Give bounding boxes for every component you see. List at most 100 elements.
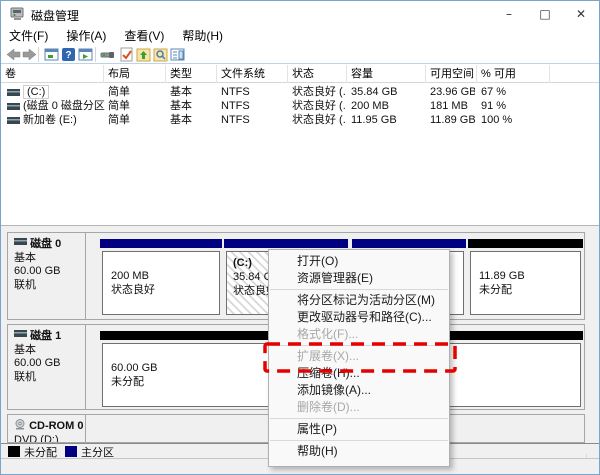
cell-fs: NTFS bbox=[221, 100, 250, 112]
toolbar-separator bbox=[95, 47, 96, 62]
menu-item-delete-volume: 删除卷(D)... bbox=[297, 400, 360, 414]
folder-up-icon[interactable] bbox=[136, 47, 151, 62]
disk-management-window: 磁盘管理 – □ ✕ 文件(F) 操作(A) 查看(V) 帮助(H) ? 卷 布… bbox=[0, 0, 600, 475]
volume-list-pane: 卷 布局 类型 文件系统 状态 容量 可用空间 % 可用 (C:) 简单 基本 … bbox=[1, 65, 599, 225]
table-row[interactable]: (磁盘 0 磁盘分区 1) 简单 基本 NTFS 状态良好 (... 200 M… bbox=[1, 99, 599, 113]
col-layout[interactable]: 布局 bbox=[104, 65, 166, 83]
col-type[interactable]: 类型 bbox=[166, 65, 217, 83]
cell-layout: 简单 bbox=[108, 86, 130, 98]
menu-item-extend-volume: 扩展卷(X)... bbox=[297, 349, 359, 363]
menu-item-explorer[interactable]: 资源管理器(E) bbox=[269, 270, 449, 287]
table-row[interactable]: 新加卷 (E:) 简单 基本 NTFS 状态良好 (... 11.95 GB 1… bbox=[1, 113, 599, 127]
menu-action[interactable]: 操作(A) bbox=[66, 27, 115, 45]
cell-free: 181 MB bbox=[430, 100, 468, 112]
volume-icon bbox=[7, 89, 20, 96]
help-icon[interactable]: ? bbox=[61, 47, 76, 62]
cell-type: 基本 bbox=[170, 100, 192, 112]
properties-sheet-icon[interactable] bbox=[170, 47, 185, 62]
legend-swatch-unallocated bbox=[8, 446, 20, 457]
task-check-icon[interactable] bbox=[119, 47, 134, 62]
partition-color-bar bbox=[468, 239, 583, 248]
legend-swatch-primary bbox=[65, 446, 77, 457]
cell-type: 基本 bbox=[170, 114, 192, 126]
cell-layout: 简单 bbox=[108, 100, 130, 112]
cell-fs: NTFS bbox=[221, 86, 250, 98]
menu-help[interactable]: 帮助(H) bbox=[182, 27, 232, 45]
menu-item-mark-active[interactable]: 将分区标记为活动分区(M) bbox=[269, 292, 449, 309]
volume-name: 新加卷 (E:) bbox=[23, 114, 77, 126]
cell-status: 状态良好 (... bbox=[292, 100, 345, 112]
menu-item-format: 格式化(F)... bbox=[297, 327, 359, 341]
disk0-type: 基本 bbox=[14, 251, 36, 264]
cell-type: 基本 bbox=[170, 86, 192, 98]
volume-table-header: 卷 布局 类型 文件系统 状态 容量 可用空间 % 可用 bbox=[1, 65, 599, 83]
disk1-info[interactable]: 磁盘 1 基本 60.00 GB 联机 bbox=[8, 325, 86, 409]
cell-capacity: 200 MB bbox=[351, 100, 389, 112]
cdrom-info[interactable]: CD-ROM 0 DVD (D:) bbox=[8, 415, 86, 442]
minimize-button[interactable]: – bbox=[491, 1, 527, 27]
cell-status: 状态良好 (... bbox=[292, 114, 345, 126]
menu-item-open[interactable]: 打开(O) bbox=[269, 253, 449, 270]
menu-item-shrink-volume[interactable]: 压缩卷(H)... bbox=[269, 365, 449, 382]
table-row[interactable]: (C:) 简单 基本 NTFS 状态良好 (... 35.84 GB 23.96… bbox=[1, 85, 599, 99]
col-volume[interactable]: 卷 bbox=[1, 65, 104, 83]
partition-color-bar bbox=[224, 239, 348, 248]
partition-system-reserved[interactable]: 200 MB 状态良好 bbox=[100, 239, 222, 317]
cdrom-media: DVD (D:) bbox=[14, 433, 59, 443]
folder-search-icon[interactable] bbox=[153, 47, 168, 62]
cell-capacity: 35.84 GB bbox=[351, 86, 398, 98]
menu-separator bbox=[270, 345, 448, 346]
col-blank bbox=[550, 65, 599, 83]
volume-icon bbox=[7, 103, 20, 110]
cell-pct: 91 % bbox=[481, 100, 507, 112]
toolbar-separator bbox=[38, 47, 39, 62]
disk0-info[interactable]: 磁盘 0 基本 60.00 GB 联机 bbox=[8, 233, 86, 319]
menu-file[interactable]: 文件(F) bbox=[9, 27, 57, 45]
menu-separator bbox=[270, 289, 448, 290]
col-pctfree[interactable]: % 可用 bbox=[477, 65, 550, 83]
disk1-type: 基本 bbox=[14, 343, 36, 356]
snapshot-tool-icon[interactable] bbox=[100, 47, 115, 62]
volume-icon bbox=[7, 117, 20, 124]
cell-pct: 100 % bbox=[481, 114, 513, 126]
disk1-status: 联机 bbox=[14, 370, 36, 383]
menu-item-change-letter[interactable]: 更改驱动器号和路径(C)... bbox=[269, 309, 449, 326]
partition-color-bar bbox=[100, 239, 222, 248]
partition-unallocated-disk0[interactable]: 11.89 GB 未分配 bbox=[468, 239, 583, 317]
menu-view[interactable]: 查看(V) bbox=[124, 27, 173, 45]
cell-free: 11.89 GB bbox=[430, 114, 475, 126]
context-menu: 打开(O) 资源管理器(E) 将分区标记为活动分区(M) 更改驱动器号和路径(C… bbox=[268, 249, 450, 467]
menu-separator bbox=[270, 418, 448, 419]
menu-item-add-mirror[interactable]: 添加镜像(A)... bbox=[269, 382, 449, 399]
forward-icon[interactable] bbox=[22, 47, 37, 62]
window-title: 磁盘管理 bbox=[31, 9, 80, 23]
menu-item-properties[interactable]: 属性(P) bbox=[269, 421, 449, 438]
disk0-status: 联机 bbox=[14, 278, 36, 291]
disk0-size: 60.00 GB bbox=[14, 265, 61, 277]
cell-fs: NTFS bbox=[221, 114, 250, 126]
volume-name: (C:) bbox=[23, 85, 50, 99]
disk1-size: 60.00 GB bbox=[14, 357, 61, 369]
svg-text:?: ? bbox=[65, 50, 71, 61]
disk1-name: 磁盘 1 bbox=[14, 330, 81, 344]
col-free[interactable]: 可用空间 bbox=[426, 65, 477, 83]
close-button[interactable]: ✕ bbox=[563, 1, 599, 27]
col-capacity[interactable]: 容量 bbox=[347, 65, 426, 83]
console-play-icon[interactable] bbox=[78, 47, 93, 62]
menu-item-help[interactable]: 帮助(H) bbox=[269, 443, 449, 460]
cdrom-name: CD-ROM 0 bbox=[14, 419, 83, 434]
col-status[interactable]: 状态 bbox=[288, 65, 347, 83]
title-bar: 磁盘管理 – □ ✕ bbox=[1, 1, 599, 27]
toolbar: ? bbox=[1, 45, 599, 64]
cell-pct: 67 % bbox=[481, 86, 507, 98]
disk0-name: 磁盘 0 bbox=[14, 238, 81, 252]
console-window-icon[interactable] bbox=[44, 47, 59, 62]
cell-free: 23.96 GB bbox=[430, 86, 475, 98]
disk-management-app-icon bbox=[9, 6, 26, 25]
menu-bar: 文件(F) 操作(A) 查看(V) 帮助(H) bbox=[1, 27, 599, 45]
back-icon[interactable] bbox=[6, 47, 21, 62]
maximize-button[interactable]: □ bbox=[527, 1, 563, 27]
disk-icon bbox=[14, 238, 27, 245]
col-fs[interactable]: 文件系统 bbox=[217, 65, 288, 83]
cd-icon bbox=[15, 419, 25, 430]
